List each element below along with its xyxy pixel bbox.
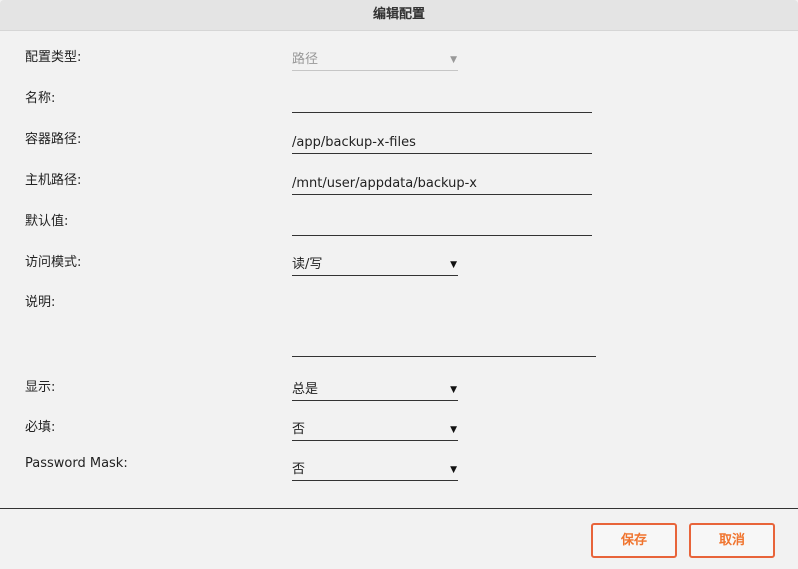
config-type-select: 路径 ▼ xyxy=(292,49,458,71)
dropdown-arrow-icon: ▼ xyxy=(450,260,457,270)
default-value-input[interactable] xyxy=(292,214,592,236)
cancel-button[interactable]: 取消 xyxy=(689,523,775,558)
required-value: 否 xyxy=(292,422,306,437)
default-value-label: 默认值: xyxy=(25,214,69,229)
display-value: 总是 xyxy=(292,382,319,397)
container-path-input[interactable]: /app/backup-x-files xyxy=(292,132,592,154)
password-mask-value: 否 xyxy=(292,462,306,477)
password-mask-label: Password Mask: xyxy=(25,456,128,471)
edit-config-dialog: 编辑配置 配置类型: 路径 ▼ 名称: 容器路径: /app/backup-x-… xyxy=(0,0,798,569)
access-mode-select[interactable]: 读/写 ▼ xyxy=(292,254,458,276)
name-label: 名称: xyxy=(25,91,56,106)
dropdown-arrow-icon: ▼ xyxy=(450,385,457,395)
container-path-value: /app/backup-x-files xyxy=(292,135,416,150)
description-textarea[interactable] xyxy=(292,298,596,357)
display-select[interactable]: 总是 ▼ xyxy=(292,379,458,401)
config-type-label: 配置类型: xyxy=(25,50,82,65)
name-input[interactable] xyxy=(292,91,592,113)
container-path-label: 容器路径: xyxy=(25,132,82,147)
save-button[interactable]: 保存 xyxy=(591,523,677,558)
footer-divider xyxy=(0,508,798,509)
host-path-value: /mnt/user/appdata/backup-x xyxy=(292,176,477,191)
host-path-label: 主机路径: xyxy=(25,173,82,188)
config-type-value: 路径 xyxy=(292,52,319,67)
password-mask-select[interactable]: 否 ▼ xyxy=(292,459,458,481)
dropdown-arrow-icon: ▼ xyxy=(450,465,457,475)
dropdown-arrow-icon: ▼ xyxy=(450,425,457,435)
description-label: 说明: xyxy=(25,295,56,310)
display-label: 显示: xyxy=(25,380,56,395)
required-label: 必填: xyxy=(25,420,56,435)
access-mode-label: 访问模式: xyxy=(25,255,82,270)
required-select[interactable]: 否 ▼ xyxy=(292,419,458,441)
host-path-input[interactable]: /mnt/user/appdata/backup-x xyxy=(292,173,592,195)
dialog-title: 编辑配置 xyxy=(0,0,798,31)
dropdown-arrow-icon: ▼ xyxy=(450,55,457,65)
access-mode-value: 读/写 xyxy=(292,257,323,272)
